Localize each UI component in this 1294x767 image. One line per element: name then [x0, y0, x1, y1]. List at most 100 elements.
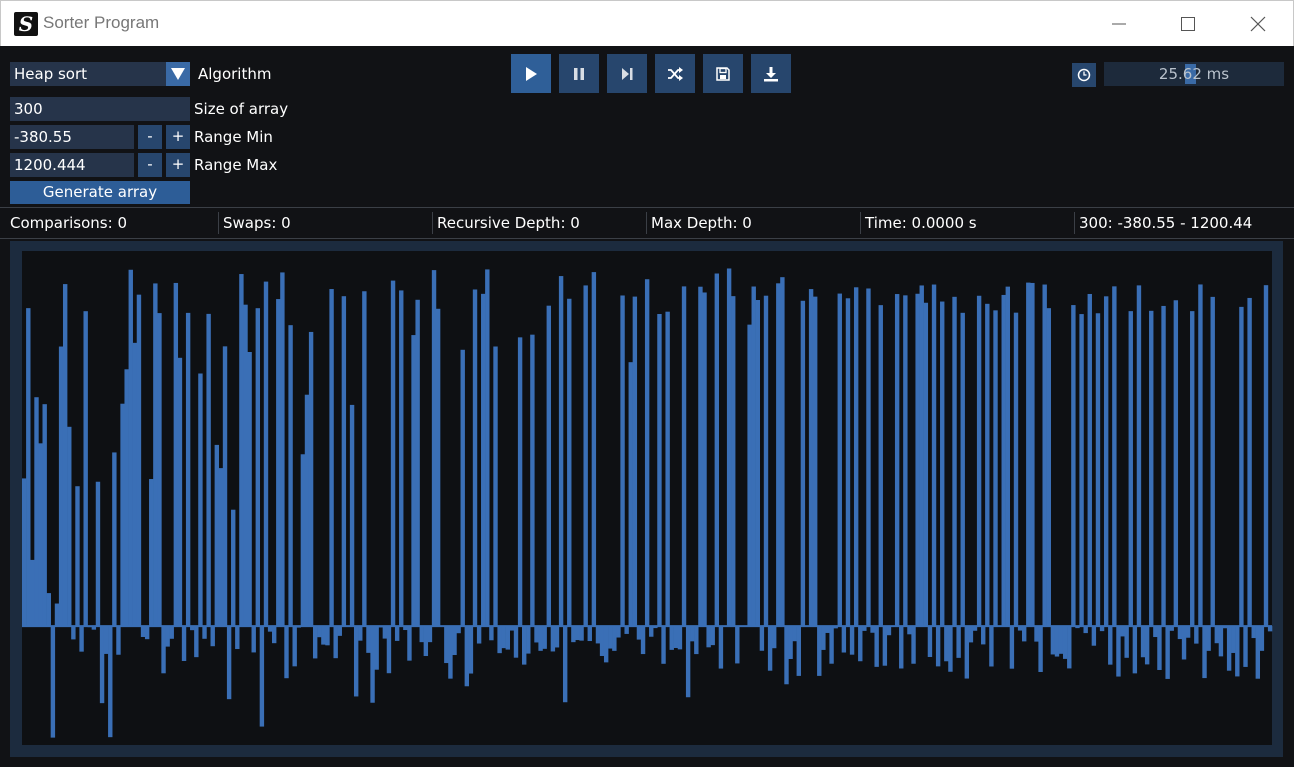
array-bar [878, 305, 883, 627]
array-bar [1038, 626, 1043, 672]
delay-value: 25.62 ms [1158, 65, 1230, 83]
array-bar [185, 312, 191, 627]
pause-button[interactable] [559, 54, 599, 93]
array-bar [837, 293, 842, 627]
range-min-input[interactable]: -380.55 [10, 125, 134, 149]
array-bar [853, 287, 859, 627]
array-bar [472, 289, 478, 627]
array-bar [325, 626, 330, 646]
array-bar [669, 626, 674, 650]
shuffle-button[interactable] [655, 54, 695, 93]
step-button[interactable] [607, 54, 647, 93]
array-bar [731, 296, 736, 627]
close-button[interactable] [1223, 1, 1293, 47]
save-button[interactable] [703, 54, 743, 93]
range-max-increment-button[interactable]: + [166, 153, 190, 177]
minimize-button[interactable] [1084, 1, 1154, 47]
array-bar [177, 357, 183, 627]
delay-clock-button[interactable] [1072, 63, 1096, 87]
array-bar [1157, 626, 1162, 670]
array-bar [304, 394, 310, 627]
array-bar [427, 626, 433, 643]
array-bar [386, 626, 392, 674]
array-bar [1218, 626, 1224, 657]
array-bar [706, 626, 711, 648]
array-bar [1210, 296, 1215, 627]
algorithm-select[interactable]: Heap sort [10, 62, 190, 86]
array-bar [587, 626, 592, 642]
array-bar [968, 626, 974, 643]
array-bar [1202, 626, 1207, 679]
array-bar [858, 626, 863, 662]
stat-swaps: Swaps: 0 [223, 214, 291, 232]
array-bar [329, 289, 334, 627]
range-min-increment-button[interactable]: + [166, 125, 190, 149]
array-bar [1067, 626, 1072, 669]
array-bar [1005, 286, 1011, 627]
array-bar [665, 311, 670, 627]
generate-array-button[interactable]: Generate array [10, 181, 190, 204]
array-bar [751, 286, 756, 627]
array-bar [542, 626, 547, 649]
download-button[interactable] [751, 54, 791, 93]
range-max-input[interactable]: 1200.444 [10, 153, 134, 177]
size-input[interactable]: 300 [10, 97, 190, 121]
array-bar [1190, 311, 1195, 627]
array-bar [399, 290, 404, 627]
array-bar [292, 626, 297, 667]
array-bar [144, 626, 150, 640]
array-bar [960, 312, 965, 627]
array-bar [534, 626, 539, 643]
array-bar [1161, 305, 1166, 627]
array-bar [882, 626, 888, 666]
array-bar [124, 369, 129, 627]
array-bar [423, 626, 429, 657]
size-label: Size of array [194, 100, 289, 118]
array-bar [694, 626, 699, 655]
array-bar [493, 346, 498, 627]
array-bar [210, 626, 215, 647]
array-bar [394, 626, 400, 641]
algorithm-select-value: Heap sort [14, 65, 88, 83]
range-max-decrement-button[interactable]: - [138, 153, 162, 177]
array-bar [595, 626, 601, 644]
array-bar [202, 626, 207, 639]
array-bar [915, 293, 920, 627]
array-bar [976, 295, 982, 627]
array-bar [46, 593, 51, 627]
play-button[interactable] [511, 54, 551, 93]
array-bar [1259, 626, 1265, 651]
range-min-decrement-button[interactable]: - [138, 125, 162, 149]
array-bar [1103, 296, 1109, 627]
delay-slider[interactable]: 25.62 ms [1104, 62, 1284, 86]
array-bar [767, 626, 773, 671]
array-bar [1247, 297, 1252, 627]
pause-icon [574, 68, 584, 80]
dropdown-arrow-button[interactable] [166, 62, 190, 86]
array-bar [776, 283, 781, 627]
array-bar [796, 626, 801, 676]
array-bar [194, 626, 199, 658]
array-bar [1132, 626, 1138, 674]
array-bar [218, 468, 224, 627]
array-bar [50, 626, 56, 738]
array-bar [173, 282, 179, 627]
array-bar [382, 626, 388, 639]
array-bar [849, 626, 855, 655]
array-bar [1058, 626, 1064, 654]
range-min-label: Range Min [194, 128, 273, 146]
algorithm-label: Algorithm [198, 65, 272, 83]
array-bar [481, 293, 486, 627]
array-bar [231, 509, 236, 627]
array-bar [1042, 284, 1047, 627]
array-bar [1136, 285, 1142, 627]
array-bar [522, 626, 527, 665]
maximize-button[interactable] [1153, 1, 1223, 47]
array-bar [1173, 300, 1179, 627]
stat-divider [218, 212, 219, 234]
array-bar [272, 626, 277, 644]
array-bar [554, 626, 560, 648]
array-bar [497, 626, 502, 654]
array-bar [67, 426, 72, 627]
array-bar [259, 626, 265, 727]
